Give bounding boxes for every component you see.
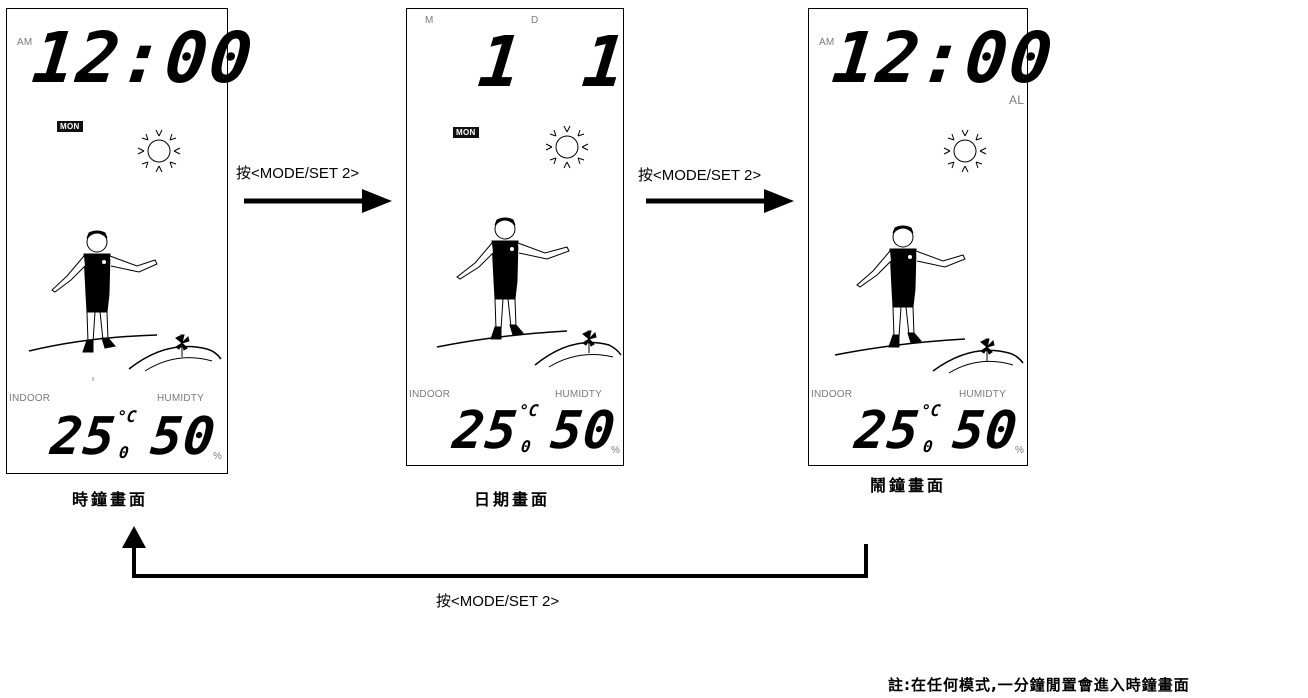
humidity-label: HUMIDTY (157, 393, 204, 404)
indoor-label: INDOOR (811, 389, 853, 400)
alarm-screen-panel: AM 12:00 AL INDOOR HUMIDTY 25 °C 0 50 % (808, 8, 1058, 466)
temperature-unit: °C (116, 407, 138, 426)
temperature-value: 25 (47, 407, 119, 467)
date-screen-caption: 日期畫面 (474, 490, 551, 509)
temperature-decimal: 0 (118, 443, 130, 462)
temperature-unit: °C (518, 401, 540, 420)
humidity-unit: % (611, 445, 621, 456)
temperature-unit: °C (920, 401, 942, 420)
clock-screen-caption: 時鐘畫面 (72, 490, 149, 509)
indoor-label: INDOOR (409, 389, 451, 400)
arrow-clock-to-date (244, 189, 392, 213)
person-illustration (28, 230, 222, 381)
temperature-decimal: 0 (520, 437, 532, 456)
arrow-2-label: 按<MODE/SET 2> (638, 167, 762, 184)
humidity-value: 50 (547, 401, 619, 461)
indoor-label: INDOOR (9, 393, 51, 404)
arrow-date-to-alarm (646, 189, 794, 213)
humidity-value: 50 (147, 407, 219, 467)
humidity-value: 50 (949, 401, 1021, 461)
humidity-label: HUMIDTY (555, 389, 602, 400)
arrow-1-label: 按<MODE/SET 2> (236, 165, 360, 182)
temperature-decimal: 0 (922, 437, 934, 456)
temperature-value: 25 (449, 401, 521, 461)
humidity-label: HUMIDTY (959, 389, 1006, 400)
humidity-unit: % (213, 451, 223, 462)
arrow-alarm-to-clock (122, 526, 868, 578)
idle-timeout-note: 註:在任何模式,一分鐘閒置會進入時鐘畫面 (888, 676, 1190, 694)
temperature-value: 25 (851, 401, 923, 461)
alarm-screen-caption: 鬧鐘畫面 (870, 476, 947, 495)
date-screen-panel: M D 1 1 MON INDOOR HUMIDTY 25 °C 0 50 % (406, 8, 631, 466)
clock-screen-panel: AM 12:00 MON INDOOR HUMIDTY 25 °C 0 50 % (6, 8, 258, 474)
arrow-back-label: 按<MODE/SET 2> (436, 593, 560, 610)
humidity-unit: % (1015, 445, 1025, 456)
